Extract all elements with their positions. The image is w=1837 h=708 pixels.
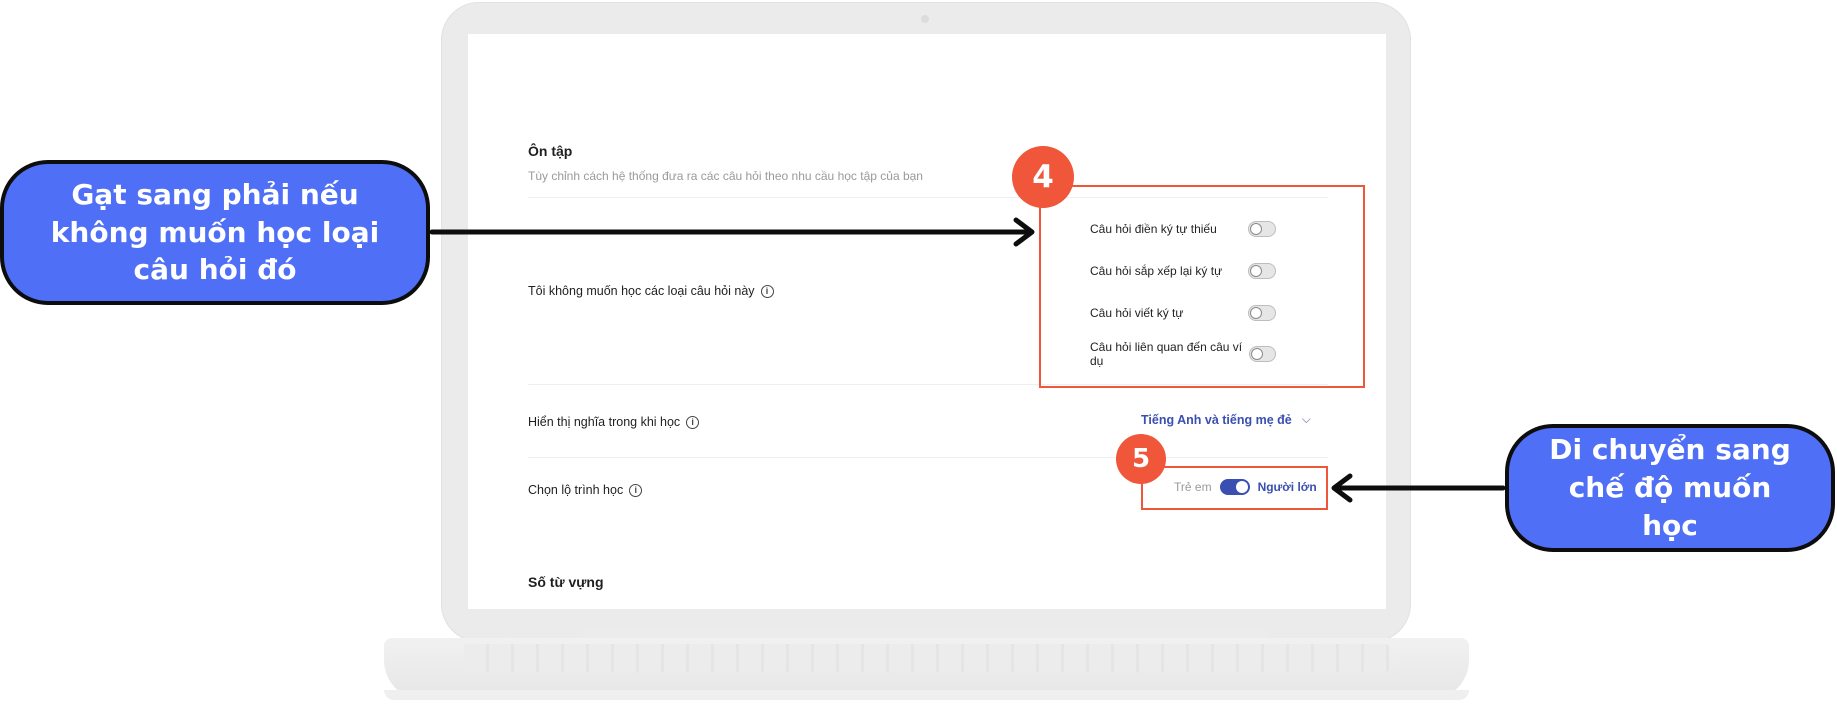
callout-left: Gạt sang phải nếu không muốn học loại câ…	[0, 160, 430, 305]
vocab-section-title: Số từ vựng	[528, 574, 604, 590]
info-icon[interactable]: i	[760, 284, 774, 298]
divider	[528, 457, 1328, 458]
callout-left-text: Gạt sang phải nếu không muốn học loại câ…	[50, 177, 380, 287]
learning-path-text: Chọn lộ trình học	[528, 483, 624, 497]
exclude-questions-label: Tôi không muốn học các loại câu hỏi này …	[528, 284, 774, 298]
laptop-base	[384, 638, 1469, 700]
learning-path-label: Chọn lộ trình học i	[528, 483, 643, 497]
laptop-hinge	[583, 628, 1267, 638]
chevron-down-icon: ⌵	[1301, 412, 1311, 426]
info-icon[interactable]: i	[629, 483, 643, 497]
laptop-base-edge	[384, 690, 1469, 700]
annotation-box-question-types	[1039, 185, 1365, 388]
callout-right: Di chuyển sang chế độ muốn học	[1505, 424, 1835, 552]
review-section-description: Tùy chỉnh cách hệ thống đưa ra các câu h…	[528, 169, 923, 183]
exclude-questions-text: Tôi không muốn học các loại câu hỏi này	[528, 284, 755, 298]
keyboard	[464, 644, 1389, 672]
meaning-display-text: Hiển thị nghĩa trong khi học	[528, 415, 681, 429]
review-section-title: Ôn tập	[528, 143, 573, 159]
annotation-box-learning-path	[1141, 466, 1328, 510]
callout-right-text: Di chuyển sang chế độ muốn học	[1549, 433, 1791, 542]
step-badge-5: 5	[1116, 434, 1166, 484]
meaning-display-label: Hiển thị nghĩa trong khi học i	[528, 415, 700, 429]
camera-dot	[921, 15, 929, 23]
step-badge-4: 4	[1012, 146, 1074, 208]
meaning-language-value: Tiếng Anh và tiếng mẹ đẻ	[1141, 412, 1292, 427]
meaning-language-dropdown[interactable]: Tiếng Anh và tiếng mẹ đẻ ⌵	[1141, 412, 1311, 427]
info-icon[interactable]: i	[686, 415, 700, 429]
